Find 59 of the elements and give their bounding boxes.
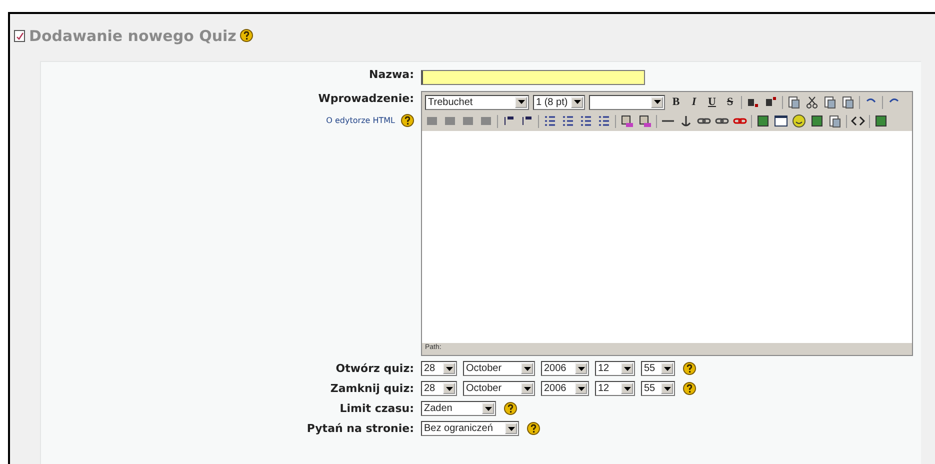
help-icon[interactable] bbox=[683, 362, 696, 375]
dropdown-arrow-icon bbox=[624, 386, 630, 390]
document-icon bbox=[14, 30, 25, 42]
dropdown[interactable]: Bez ograniczeń bbox=[421, 421, 519, 436]
help-icon[interactable] bbox=[683, 382, 696, 395]
superscript-icon[interactable] bbox=[764, 95, 778, 109]
dropdown-arrow-icon bbox=[446, 386, 452, 390]
dropdown[interactable]: 55 bbox=[641, 381, 675, 396]
dropdown[interactable]: Trebuchet bbox=[425, 94, 529, 110]
dropdown[interactable]: 12 bbox=[595, 381, 635, 396]
dropdown-arrow-icon bbox=[518, 100, 524, 104]
dropdown-arrow-icon bbox=[664, 366, 670, 370]
dropdown[interactable]: 12 bbox=[595, 361, 635, 376]
dropdown[interactable]: 1 (8 pt) bbox=[533, 94, 585, 110]
help-icon[interactable] bbox=[401, 114, 414, 127]
dropdown[interactable]: October bbox=[463, 381, 535, 396]
dropdown[interactable]: October bbox=[463, 361, 535, 376]
dropdown[interactable]: 2006 bbox=[541, 381, 589, 396]
html-editor-help-link[interactable]: O edytorze HTML bbox=[326, 116, 395, 125]
field-label: Wprowadzenie: bbox=[318, 92, 414, 105]
help-icon[interactable] bbox=[504, 402, 517, 415]
dropdown-arrow-icon bbox=[654, 100, 660, 104]
copy-icon[interactable] bbox=[787, 95, 801, 109]
field-label: Pytań na stronie: bbox=[306, 422, 414, 435]
dropdown-arrow-icon bbox=[446, 366, 452, 370]
field-label: Otwórz quiz: bbox=[336, 362, 414, 375]
dropdown[interactable]: 28 bbox=[421, 361, 457, 376]
cut-icon[interactable] bbox=[805, 95, 819, 109]
dropdown[interactable] bbox=[589, 94, 665, 110]
format-button[interactable]: S bbox=[723, 96, 737, 108]
image-icon[interactable] bbox=[756, 114, 770, 128]
help-icon[interactable] bbox=[527, 422, 540, 435]
dropdown[interactable]: 2006 bbox=[541, 361, 589, 376]
dropdown-arrow-icon bbox=[664, 386, 670, 390]
help-icon[interactable] bbox=[240, 29, 254, 42]
dropdown[interactable]: 28 bbox=[421, 381, 457, 396]
dropdown-arrow-icon bbox=[524, 366, 530, 370]
dropdown-arrow-icon bbox=[578, 366, 584, 370]
format-button[interactable]: B bbox=[669, 96, 683, 108]
dropdown-arrow-icon bbox=[578, 386, 584, 390]
page-title: Dodawanie nowego Quiz bbox=[29, 26, 236, 44]
format-button[interactable]: U bbox=[705, 96, 719, 108]
table-icon[interactable] bbox=[774, 114, 788, 128]
format-button[interactable]: I bbox=[687, 96, 701, 108]
dropdown-arrow-icon bbox=[508, 426, 514, 430]
field-label: Limit czasu: bbox=[340, 402, 414, 415]
dropdown[interactable]: 55 bbox=[641, 361, 675, 376]
field-label: Zamknij quiz: bbox=[330, 382, 414, 395]
name-input[interactable] bbox=[421, 70, 645, 85]
dropdown[interactable]: Zaden bbox=[421, 401, 496, 416]
dropdown-arrow-icon bbox=[624, 366, 630, 370]
dropdown-arrow-icon bbox=[524, 386, 530, 390]
dropdown-arrow-icon bbox=[484, 406, 492, 410]
dropdown-arrow-icon bbox=[574, 100, 580, 104]
smiley-icon[interactable] bbox=[792, 114, 806, 128]
bullet-list-icon[interactable] bbox=[561, 114, 575, 128]
field-label: Nazwa: bbox=[368, 68, 414, 81]
anchor-icon[interactable] bbox=[679, 114, 693, 128]
code-icon[interactable] bbox=[851, 114, 865, 128]
